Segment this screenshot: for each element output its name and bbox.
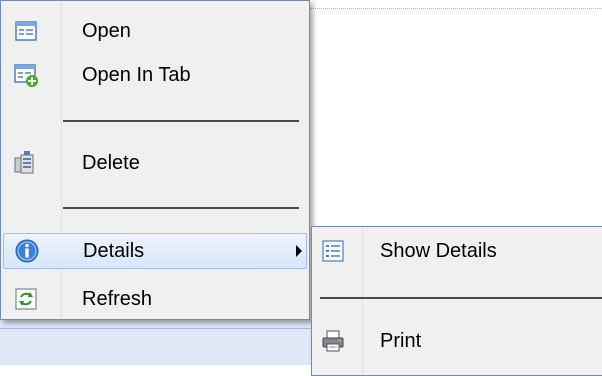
app-header-divider — [300, 0, 602, 9]
info-icon — [14, 238, 40, 264]
menu-separator — [320, 297, 602, 299]
menu-separator — [63, 120, 299, 122]
menu-item-label: Details — [83, 239, 145, 262]
menu-item-label: Delete — [82, 151, 140, 174]
app-bottom-panel — [0, 318, 312, 365]
menu-item-delete[interactable]: Delete — [3, 145, 307, 181]
menu-item-label: Show Details — [380, 239, 497, 262]
menu-item-label: Refresh — [82, 287, 153, 310]
printer-icon — [320, 328, 346, 354]
menu-item-label: Open — [82, 19, 131, 42]
menu-item-open[interactable]: Open — [3, 13, 307, 49]
menu-item-label: Open In Tab — [82, 63, 191, 86]
menu-separator — [63, 207, 299, 209]
open-icon — [13, 18, 39, 44]
menu-item-label: Print — [380, 329, 422, 352]
menu-item-details[interactable]: Details — [3, 233, 307, 269]
context-menu: Open Open In Tab Delete Details Refresh — [0, 0, 310, 320]
submenu-arrow-icon — [296, 245, 302, 257]
details-submenu: Show Details Print — [311, 226, 602, 376]
open-in-tab-icon — [13, 62, 39, 88]
refresh-icon — [13, 286, 39, 312]
list-icon — [320, 238, 346, 264]
menu-item-print[interactable]: Print — [314, 323, 602, 359]
menu-item-open-in-tab[interactable]: Open In Tab — [3, 57, 307, 93]
delete-icon — [13, 150, 39, 176]
menu-item-show-details[interactable]: Show Details — [314, 233, 602, 269]
menu-item-refresh[interactable]: Refresh — [3, 281, 307, 317]
